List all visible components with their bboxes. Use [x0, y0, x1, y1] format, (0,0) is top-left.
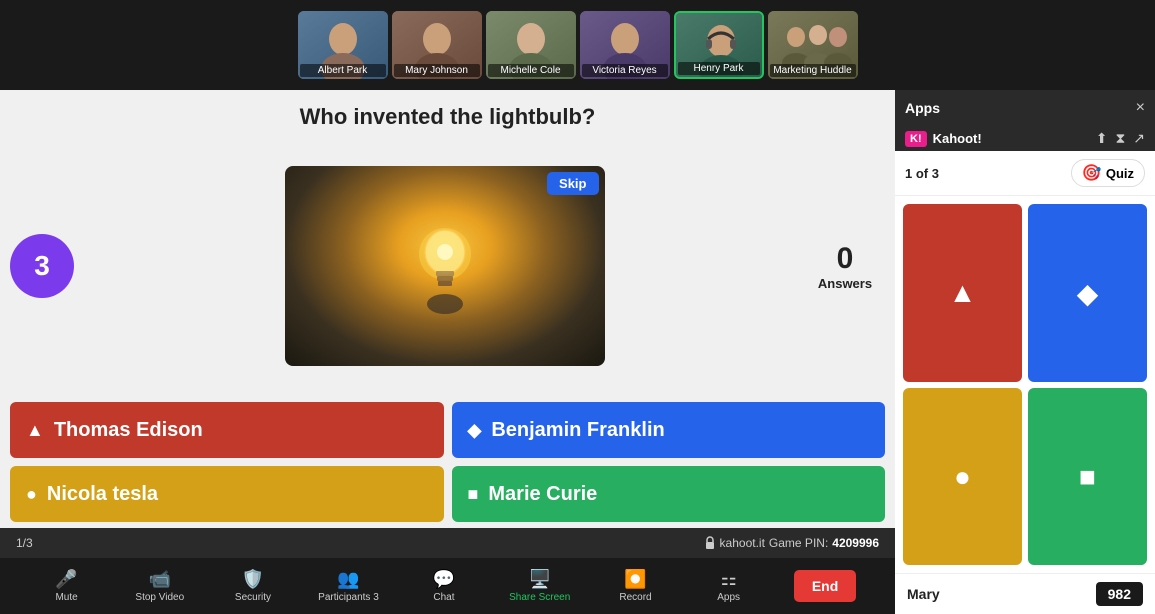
participant-thumb[interactable]: Henry Park — [674, 11, 764, 79]
share-screen-icon: 🖥️ — [528, 569, 550, 590]
participants-bar: Albert Park Mary Johnson Michelle Cole — [0, 0, 1155, 90]
right-panel: Apps × K! Kahoot! ⬆ ⧗ ↗ 1 of 3 🎯 Quiz ▲ … — [895, 90, 1155, 614]
participant-name: Marketing Huddle — [770, 64, 856, 77]
participant-name: Albert Park — [300, 64, 386, 77]
kahoot-answer-grid: ▲ ◆ ● ■ — [895, 196, 1155, 573]
answers-label: Answers — [818, 276, 872, 291]
choice-button-benjamin-franklin[interactable]: ◆ Benjamin Franklin — [452, 402, 886, 458]
kahoot-filter-button[interactable]: ⧗ — [1115, 130, 1125, 147]
mic-icon: 🎤 — [55, 569, 77, 590]
question-text: Who invented the lightbulb? — [20, 104, 875, 130]
participant-name: Henry Park — [678, 62, 760, 75]
circle-icon: ● — [26, 484, 37, 505]
choice-label: Marie Curie — [488, 483, 597, 506]
kahoot-present-button[interactable]: ⬆ — [1096, 130, 1108, 147]
kahoot-bar-actions: ⬆ ⧗ ↗ — [1096, 130, 1145, 147]
pin-number: 4209996 — [832, 536, 879, 550]
status-bar: 1/3 kahoot.it Game PIN: 4209996 — [0, 528, 895, 558]
security-icon: 🛡️ — [242, 569, 264, 590]
record-icon: ⏺️ — [624, 569, 646, 590]
image-container: Skip — [84, 138, 805, 394]
answers-number: 0 — [837, 242, 854, 276]
question-image: Skip — [285, 166, 605, 366]
panel-topbar: Apps × — [895, 90, 1155, 126]
participant-name: Mary Johnson — [394, 64, 480, 77]
participants-icon: 👥 — [337, 569, 359, 590]
content-area: Who invented the lightbulb? 3 — [0, 90, 895, 614]
choice-label: Benjamin Franklin — [491, 419, 664, 442]
participant-name: Michelle Cole — [488, 64, 574, 77]
user-score-row: Mary 982 — [895, 573, 1155, 614]
security-control[interactable]: 🛡️ Security — [225, 569, 281, 603]
game-pin-area: kahoot.it Game PIN: 4209996 — [704, 536, 879, 550]
kahoot-external-button[interactable]: ↗ — [1133, 130, 1145, 147]
kahoot-name: Kahoot! — [933, 131, 982, 146]
quiz-badge: 🎯 Quiz — [1071, 159, 1145, 187]
kahoot-cell-yellow[interactable]: ● — [903, 388, 1022, 565]
skip-button[interactable]: Skip — [547, 172, 598, 195]
apps-icon: ⚏ — [721, 569, 737, 590]
video-icon: 📹 — [149, 569, 171, 590]
question-body: 3 — [0, 138, 895, 398]
mute-label: Mute — [55, 592, 77, 603]
main-area: Who invented the lightbulb? 3 — [0, 90, 1155, 614]
participant-thumb[interactable]: Mary Johnson — [392, 11, 482, 79]
progress-indicator: 1/3 — [16, 536, 33, 550]
question-header: Who invented the lightbulb? — [0, 90, 895, 138]
choice-button-marie-curie[interactable]: ■ Marie Curie — [452, 466, 886, 522]
record-control[interactable]: ⏺️ Record — [607, 569, 663, 603]
timer-circle: 3 — [10, 234, 74, 298]
choice-label: Thomas Edison — [54, 419, 203, 442]
panel-progress: 1 of 3 — [905, 166, 939, 181]
share-label: Share Screen — [509, 592, 570, 603]
chat-control[interactable]: 💬 Chat — [416, 569, 472, 603]
panel-title: Apps — [905, 100, 940, 116]
toolbar: 🎤 Mute 📹 Stop Video 🛡️ Security 👥 Partic… — [0, 558, 895, 614]
participant-thumb[interactable]: Marketing Huddle — [768, 11, 858, 79]
apps-control[interactable]: ⚏ Apps — [701, 569, 757, 603]
participant-thumb[interactable]: Albert Park — [298, 11, 388, 79]
diamond-icon: ◆ — [468, 420, 482, 441]
end-button[interactable]: End — [794, 570, 856, 602]
quiz-icon: 🎯 — [1082, 163, 1102, 183]
triangle-icon: ▲ — [26, 420, 44, 441]
share-screen-control[interactable]: 🖥️ Share Screen — [509, 569, 570, 603]
lightbulb-image — [285, 166, 605, 366]
lock-icon — [704, 536, 716, 550]
choice-label: Nicola tesla — [47, 483, 158, 506]
security-label: Security — [235, 592, 271, 603]
user-score: 982 — [1096, 582, 1143, 606]
kahoot-cell-green[interactable]: ■ — [1028, 388, 1147, 565]
video-control[interactable]: 📹 Stop Video — [132, 569, 188, 603]
participant-name: Victoria Reyes — [582, 64, 668, 77]
user-name: Mary — [907, 586, 940, 602]
participant-thumb[interactable]: Victoria Reyes — [580, 11, 670, 79]
quiz-label: Quiz — [1106, 166, 1134, 181]
kahoot-logo: K! — [905, 131, 927, 147]
choice-button-nicola-tesla[interactable]: ● Nicola tesla — [10, 466, 444, 522]
site-name: kahoot.it — [720, 536, 765, 550]
participants-control[interactable]: 👥 Participants 3 — [318, 569, 379, 603]
chat-label: Chat — [433, 592, 454, 603]
participants-label: Participants 3 — [318, 592, 379, 603]
video-label: Stop Video — [135, 592, 184, 603]
participant-thumb[interactable]: Michelle Cole — [486, 11, 576, 79]
panel-header: 1 of 3 🎯 Quiz — [895, 151, 1155, 196]
chat-icon: 💬 — [433, 569, 455, 590]
choices-grid: ▲ Thomas Edison ◆ Benjamin Franklin ● Ni… — [0, 398, 895, 528]
record-label: Record — [619, 592, 651, 603]
kahoot-bar: K! Kahoot! ⬆ ⧗ ↗ — [895, 126, 1155, 151]
choice-button-thomas-edison[interactable]: ▲ Thomas Edison — [10, 402, 444, 458]
panel-close-button[interactable]: × — [1136, 99, 1145, 117]
kahoot-cell-red[interactable]: ▲ — [903, 204, 1022, 382]
square-icon: ■ — [468, 484, 479, 505]
mute-control[interactable]: 🎤 Mute — [39, 569, 95, 603]
kahoot-cell-blue[interactable]: ◆ — [1028, 204, 1147, 382]
pin-prefix: Game PIN: — [769, 536, 828, 550]
answers-count-display: 0 Answers — [805, 138, 885, 394]
apps-label: Apps — [717, 592, 740, 603]
